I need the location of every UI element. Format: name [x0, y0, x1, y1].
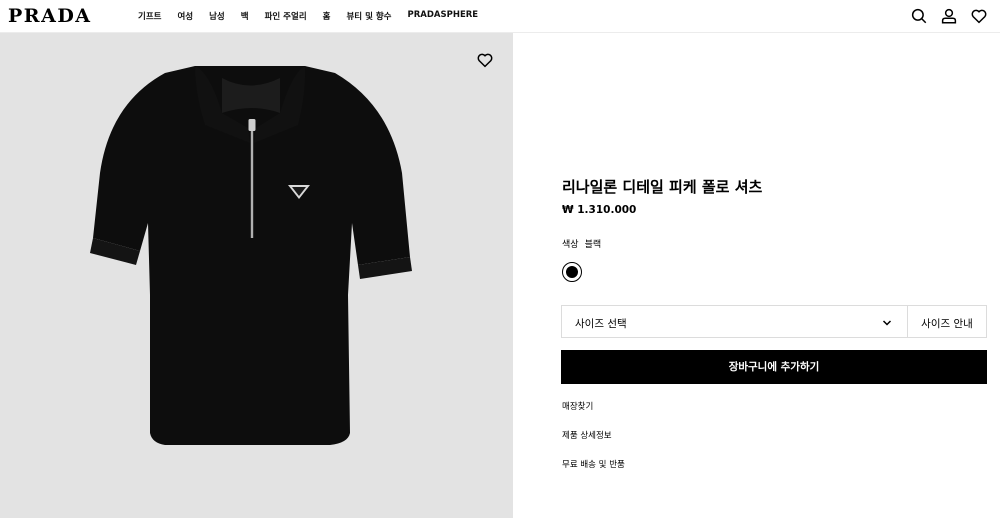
size-row: 사이즈 선택 사이즈 안내 — [561, 305, 987, 338]
main-nav: 기프트 여성 남성 백 파인 주얼리 홈 뷰티 및 향수 PRADASPHERE — [138, 10, 494, 22]
color-label: 색상 — [562, 240, 579, 250]
prada-logo[interactable]: PRADA — [8, 5, 92, 27]
nav-item-gift[interactable]: 기프트 — [138, 10, 161, 22]
nav-item-beauty[interactable]: 뷰티 및 향수 — [346, 10, 391, 22]
product-price: ₩ 1.310.000 — [562, 204, 637, 216]
product-details-link[interactable]: 제품 상세정보 — [562, 429, 612, 441]
header-icons — [910, 7, 988, 25]
size-guide-button[interactable]: 사이즈 안내 — [907, 306, 986, 337]
nav-item-men[interactable]: 남성 — [209, 10, 225, 22]
site-header: PRADA 기프트 여성 남성 백 파인 주얼리 홈 뷰티 및 향수 PRADA… — [0, 0, 1000, 33]
account-icon[interactable] — [940, 7, 958, 25]
color-swatch-black[interactable] — [562, 262, 582, 282]
add-to-cart-button[interactable]: 장바구니에 추가하기 — [561, 350, 987, 384]
nav-item-bags[interactable]: 백 — [241, 10, 249, 22]
product-image — [0, 33, 513, 518]
store-locator-link[interactable]: 매장찾기 — [562, 400, 593, 412]
nav-item-women[interactable]: 여성 — [177, 10, 193, 22]
chevron-down-icon — [882, 320, 892, 326]
wishlist-icon[interactable] — [970, 7, 988, 25]
nav-item-home[interactable]: 홈 — [323, 10, 331, 22]
nav-item-pradasphere[interactable]: PRADASPHERE — [408, 10, 479, 22]
search-icon[interactable] — [910, 7, 928, 25]
color-info: 색상 블랙 — [562, 237, 601, 250]
size-select[interactable]: 사이즈 선택 — [562, 306, 907, 337]
product-detail: 리나일론 디테일 피케 폴로 셔츠 ₩ 1.310.000 색상 블랙 사이즈 선… — [513, 33, 1000, 518]
size-select-label: 사이즈 선택 — [575, 318, 627, 330]
product-title: 리나일론 디테일 피케 폴로 셔츠 — [562, 178, 763, 196]
polo-shirt-image — [90, 66, 412, 445]
shipping-returns-link[interactable]: 무료 배송 및 반품 — [562, 458, 625, 470]
color-value: 블랙 — [584, 240, 602, 250]
heart-icon[interactable] — [476, 51, 494, 69]
nav-item-fine-jewelry[interactable]: 파인 주얼리 — [265, 10, 307, 22]
